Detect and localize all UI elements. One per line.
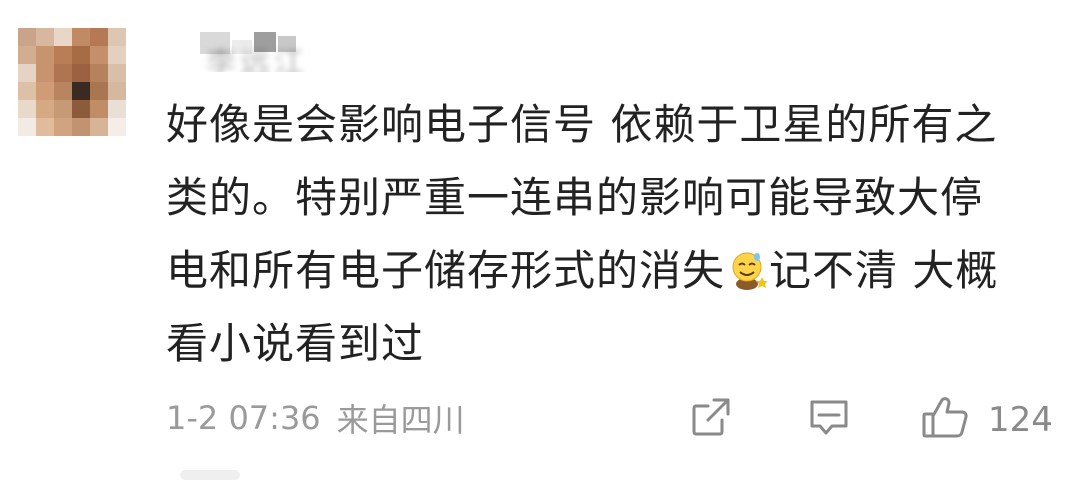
username[interactable]: 李远江 bbox=[198, 32, 348, 72]
comment-line: 电和所有电子储存形式的消失 记不清 大概 bbox=[166, 234, 1046, 307]
comment-meta: 1-2 07:36 来自四川 bbox=[166, 396, 465, 440]
share-button[interactable] bbox=[688, 394, 734, 444]
avatar[interactable] bbox=[18, 28, 126, 136]
next-comment-edge bbox=[180, 470, 240, 480]
username-text: 李远江 bbox=[206, 46, 308, 72]
comment-time: 1-2 07:36 bbox=[166, 399, 321, 437]
like-button[interactable]: 124 bbox=[920, 394, 1053, 446]
reply-icon bbox=[806, 394, 852, 444]
comment-line: 类的。特别严重一连串的影响可能导致大停 bbox=[166, 173, 984, 222]
thumbs-up-icon bbox=[920, 394, 970, 446]
share-icon bbox=[688, 394, 734, 444]
comment-line: 好像是会影响电子信号 依赖于卫星的所有之 bbox=[166, 100, 998, 149]
sweat-smile-emoji-icon bbox=[727, 240, 769, 290]
like-count: 124 bbox=[988, 400, 1053, 440]
comment-line: 看小说看到过 bbox=[166, 319, 425, 368]
comment-text: 好像是会影响电子信号 依赖于卫星的所有之 类的。特别严重一连串的影响可能导致大停… bbox=[166, 88, 1046, 380]
comment-location: 来自四川 bbox=[336, 401, 465, 439]
reply-button[interactable] bbox=[806, 394, 852, 444]
